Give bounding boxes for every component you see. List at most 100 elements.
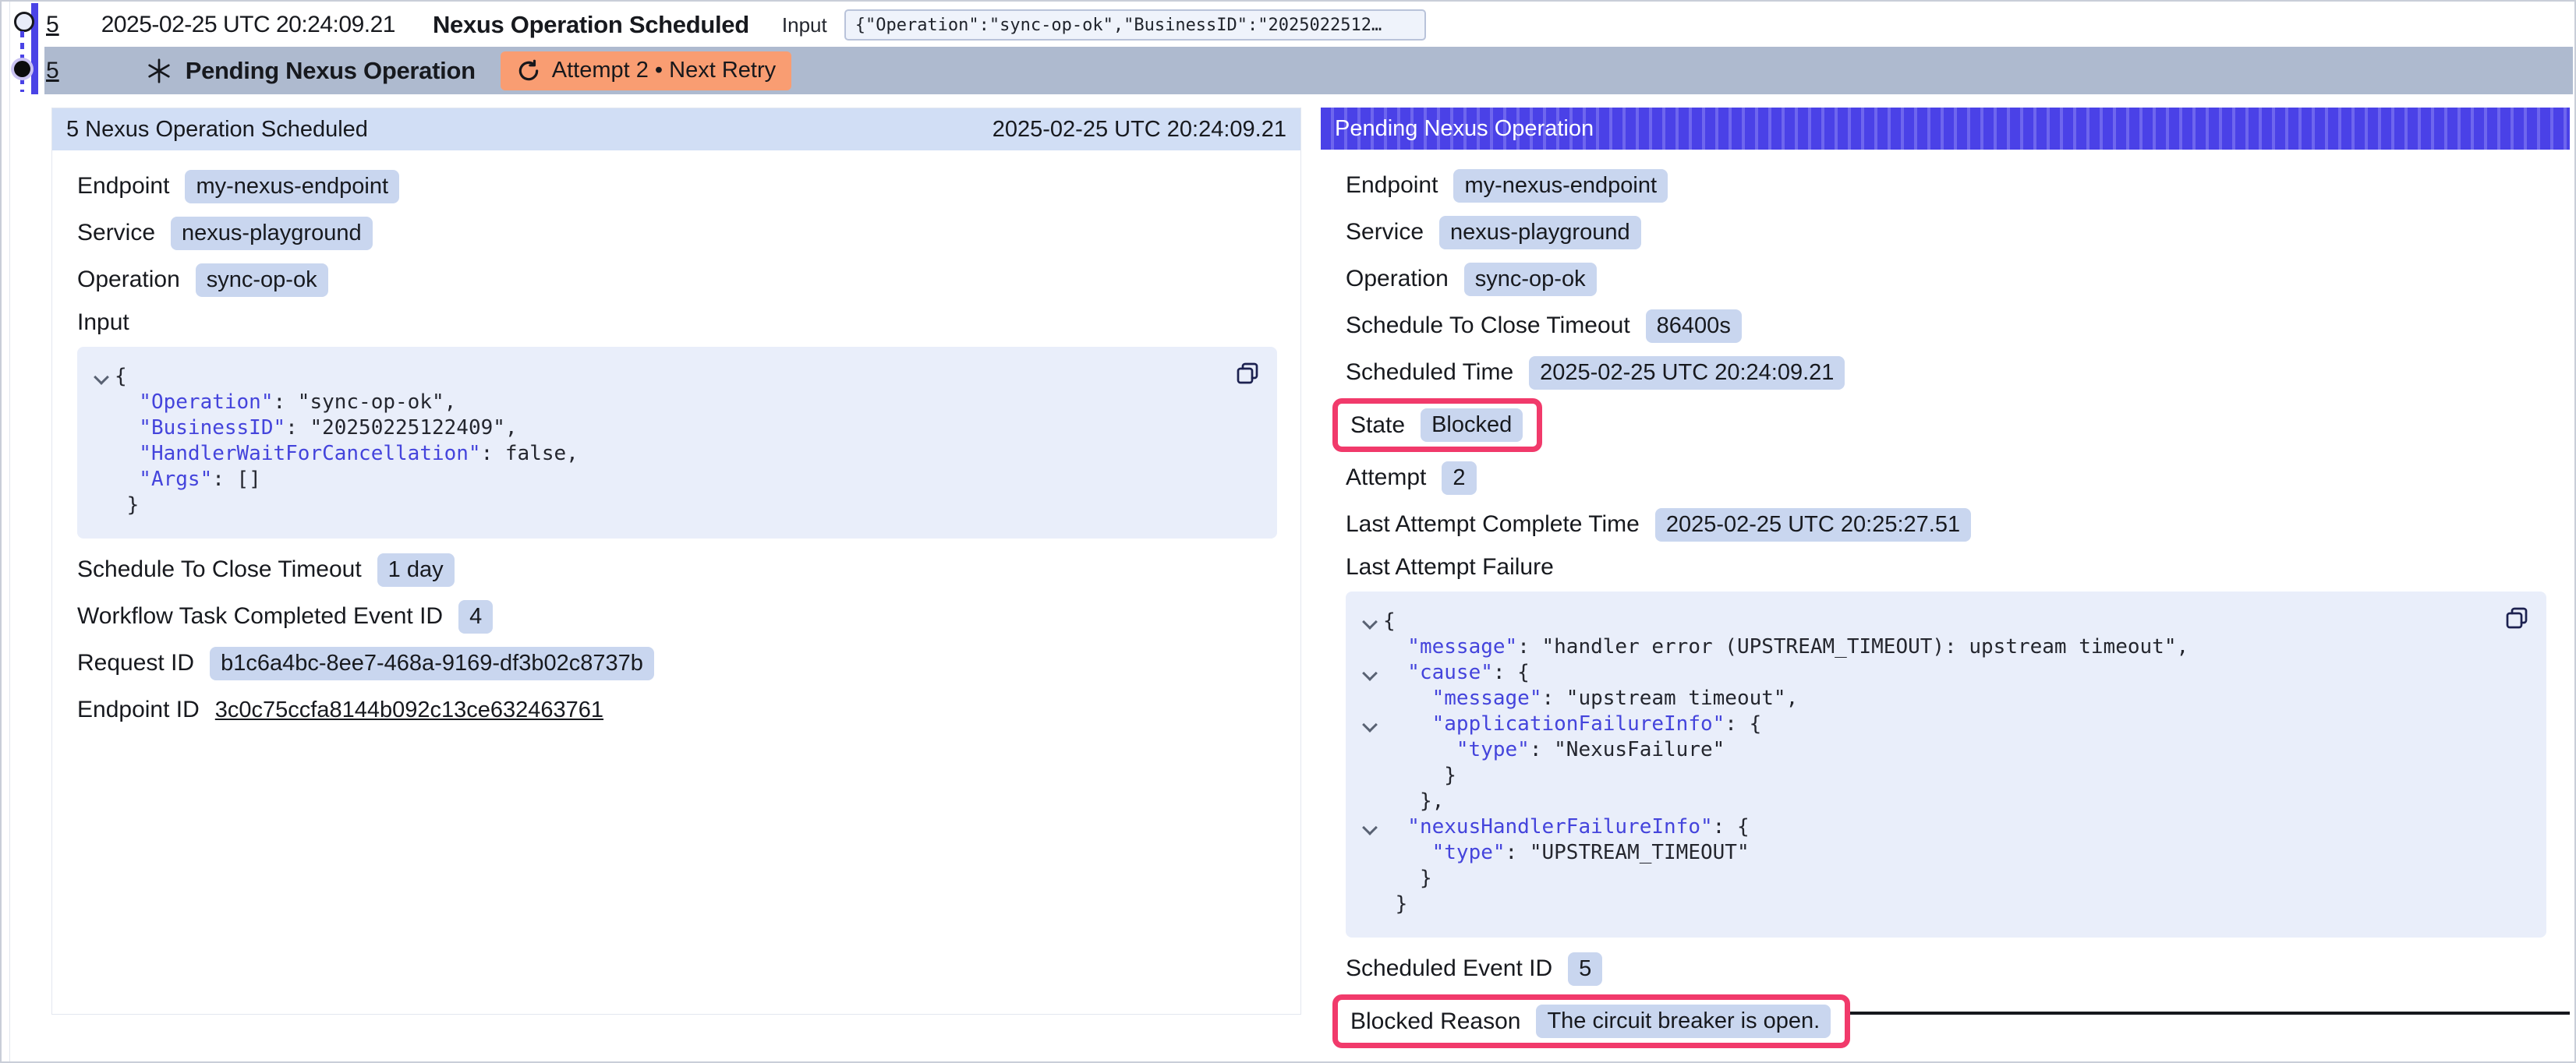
timeline-open-circle-icon: [14, 12, 34, 32]
code-line: "cause": {: [1357, 660, 2526, 686]
field-label: Schedule To Close Timeout: [1346, 313, 1630, 339]
state-value-badge: Blocked: [1421, 408, 1523, 442]
field-service: Service nexus-playground: [1346, 215, 2546, 249]
field-value-badge: b1c6a4bc-8ee7-468a-9169-df3b02c8737b: [210, 647, 654, 680]
field-value-badge: 2: [1442, 461, 1476, 495]
pending-asterisk-icon: [145, 57, 173, 85]
code-line: "type": "NexusFailure": [1357, 737, 2526, 763]
field-label: Endpoint ID: [77, 697, 200, 723]
field-blocked-reason-row: Blocked Reason The circuit breaker is op…: [1346, 998, 2546, 1044]
code-line: {: [88, 364, 1257, 390]
timeline-current-dot-icon: [14, 61, 30, 77]
endpoint-id-link[interactable]: 3c0c75ccfa8144b092c13ce632463761: [215, 697, 603, 723]
code-line: }: [1357, 866, 2526, 892]
field-label: Attempt: [1346, 464, 1426, 491]
event-row-scheduled[interactable]: 5 2025-02-25 UTC 20:24:09.21 Nexus Opera…: [44, 3, 2573, 47]
panel-title: Pending Nexus Operation: [1335, 116, 1594, 142]
field-value-badge: my-nexus-endpoint: [185, 170, 399, 203]
field-workflow-task-completed-event-id: Workflow Task Completed Event ID 4: [77, 599, 1277, 634]
code-line: }: [1357, 892, 2526, 917]
field-label: Last Attempt Complete Time: [1346, 511, 1640, 538]
code-line: "message": "upstream timeout",: [1357, 686, 2526, 712]
field-value-badge: nexus-playground: [1439, 216, 1641, 249]
code-line: "nexusHandlerFailureInfo": {: [1357, 814, 2526, 840]
field-service: Service nexus-playground: [77, 216, 1277, 250]
code-line: "applicationFailureInfo": {: [1357, 712, 2526, 737]
pending-panel-header: Pending Nexus Operation: [1321, 108, 2570, 150]
panel-title: 5 Nexus Operation Scheduled: [66, 117, 368, 143]
field-value-badge: 4: [458, 600, 493, 634]
last-attempt-failure-label: Last Attempt Failure: [1346, 554, 2546, 581]
code-line: "Args": []: [88, 467, 1257, 493]
field-schedule-to-close-timeout: Schedule To Close Timeout 86400s: [1346, 309, 2546, 343]
chevron-down-icon[interactable]: [94, 369, 109, 385]
field-label: Scheduled Event ID: [1346, 955, 1552, 982]
event-row-pending[interactable]: 5 Pending Nexus Operation Attempt 2 • Ne…: [44, 47, 2573, 94]
field-value-badge: 86400s: [1646, 309, 1742, 343]
panel-bottom-divider: [1828, 1012, 2570, 1015]
code-line: "message": "handler error (UPSTREAM_TIME…: [1357, 634, 2526, 660]
field-value-badge: 5: [1568, 952, 1602, 986]
failure-json-viewer: {"message": "handler error (UPSTREAM_TIM…: [1346, 592, 2546, 938]
field-value-badge: 1 day: [377, 553, 455, 587]
code-line: "Operation": "sync-op-ok",: [88, 390, 1257, 415]
field-label: Blocked Reason: [1350, 1008, 1520, 1035]
input-preview-box[interactable]: {"Operation":"sync-op-ok","BusinessID":"…: [844, 9, 1426, 41]
field-value-badge: sync-op-ok: [1464, 263, 1597, 296]
field-value-badge: my-nexus-endpoint: [1453, 169, 1668, 203]
code-line: "type": "UPSTREAM_TIMEOUT": [1357, 840, 2526, 866]
input-json-viewer: {"Operation": "sync-op-ok","BusinessID":…: [77, 347, 1277, 539]
scheduled-panel-header: 5 Nexus Operation Scheduled 2025-02-25 U…: [52, 108, 1300, 150]
field-label: Request ID: [77, 650, 194, 676]
pending-event-title: Pending Nexus Operation: [186, 57, 476, 85]
field-scheduled-time: Scheduled Time 2025-02-25 UTC 20:24:09.2…: [1346, 355, 2546, 390]
code-line: "HandlerWaitForCancellation": false,: [88, 441, 1257, 467]
field-value-badge: 2025-02-25 UTC 20:25:27.51: [1655, 508, 1971, 542]
field-state-row: State Blocked: [1346, 402, 2546, 448]
field-operation: Operation sync-op-ok: [77, 263, 1277, 297]
state-highlight-box: State Blocked: [1332, 398, 1542, 452]
field-label: Operation: [1346, 266, 1449, 292]
code-line: "BusinessID": "20250225122409",: [88, 415, 1257, 441]
field-label: Service: [1346, 219, 1424, 245]
field-label: Schedule To Close Timeout: [77, 556, 362, 583]
copy-icon[interactable]: [2503, 604, 2531, 632]
blocked-reason-highlight-box: Blocked Reason The circuit breaker is op…: [1332, 994, 1850, 1048]
timeline-gutter-border: [9, 2, 10, 1061]
event-id-link[interactable]: 5: [46, 12, 59, 38]
retry-arrow-icon: [516, 58, 541, 83]
chevron-down-icon[interactable]: [1362, 717, 1378, 733]
chevron-down-icon[interactable]: [1362, 666, 1378, 681]
copy-icon[interactable]: [1233, 359, 1261, 387]
field-value-badge: 2025-02-25 UTC 20:24:09.21: [1529, 356, 1845, 390]
field-value-badge: sync-op-ok: [196, 263, 328, 297]
event-history-view: 5 2025-02-25 UTC 20:24:09.21 Nexus Opera…: [0, 0, 2576, 1063]
retry-status-badge: Attempt 2 • Next Retry: [501, 51, 791, 90]
field-endpoint-id: Endpoint ID 3c0c75ccfa8144b092c13ce63246…: [77, 693, 1277, 727]
field-label: Workflow Task Completed Event ID: [77, 603, 443, 630]
input-preview-text: {"Operation":"sync-op-ok","BusinessID":"…: [855, 16, 1382, 35]
scheduled-event-panel: 5 Nexus Operation Scheduled 2025-02-25 U…: [51, 108, 1301, 1015]
retry-badge-label: Attempt 2 • Next Retry: [552, 58, 776, 83]
code-line: }: [1357, 763, 2526, 789]
event-title: Nexus Operation Scheduled: [433, 11, 749, 39]
event-id-link[interactable]: 5: [46, 58, 59, 84]
input-label: Input: [782, 13, 827, 37]
input-section-label: Input: [77, 309, 1277, 336]
code-line: {: [1357, 609, 2526, 634]
field-schedule-to-close-timeout: Schedule To Close Timeout 1 day: [77, 553, 1277, 587]
chevron-down-icon[interactable]: [1362, 820, 1378, 835]
blocked-reason-value-badge: The circuit breaker is open.: [1536, 1005, 1831, 1038]
field-attempt: Attempt 2: [1346, 461, 2546, 495]
field-label: Service: [77, 220, 155, 246]
code-line: },: [1357, 789, 2526, 814]
field-scheduled-event-id: Scheduled Event ID 5: [1346, 952, 2546, 986]
field-label: Scheduled Time: [1346, 359, 1513, 386]
pending-operation-panel: Pending Nexus Operation Endpoint my-nexu…: [1321, 108, 2570, 1015]
field-last-attempt-complete-time: Last Attempt Complete Time 2025-02-25 UT…: [1346, 507, 2546, 542]
field-label: State: [1350, 412, 1405, 439]
field-operation: Operation sync-op-ok: [1346, 262, 2546, 296]
field-label: Endpoint: [77, 173, 169, 200]
chevron-down-icon[interactable]: [1362, 614, 1378, 630]
field-label: Operation: [77, 267, 180, 293]
